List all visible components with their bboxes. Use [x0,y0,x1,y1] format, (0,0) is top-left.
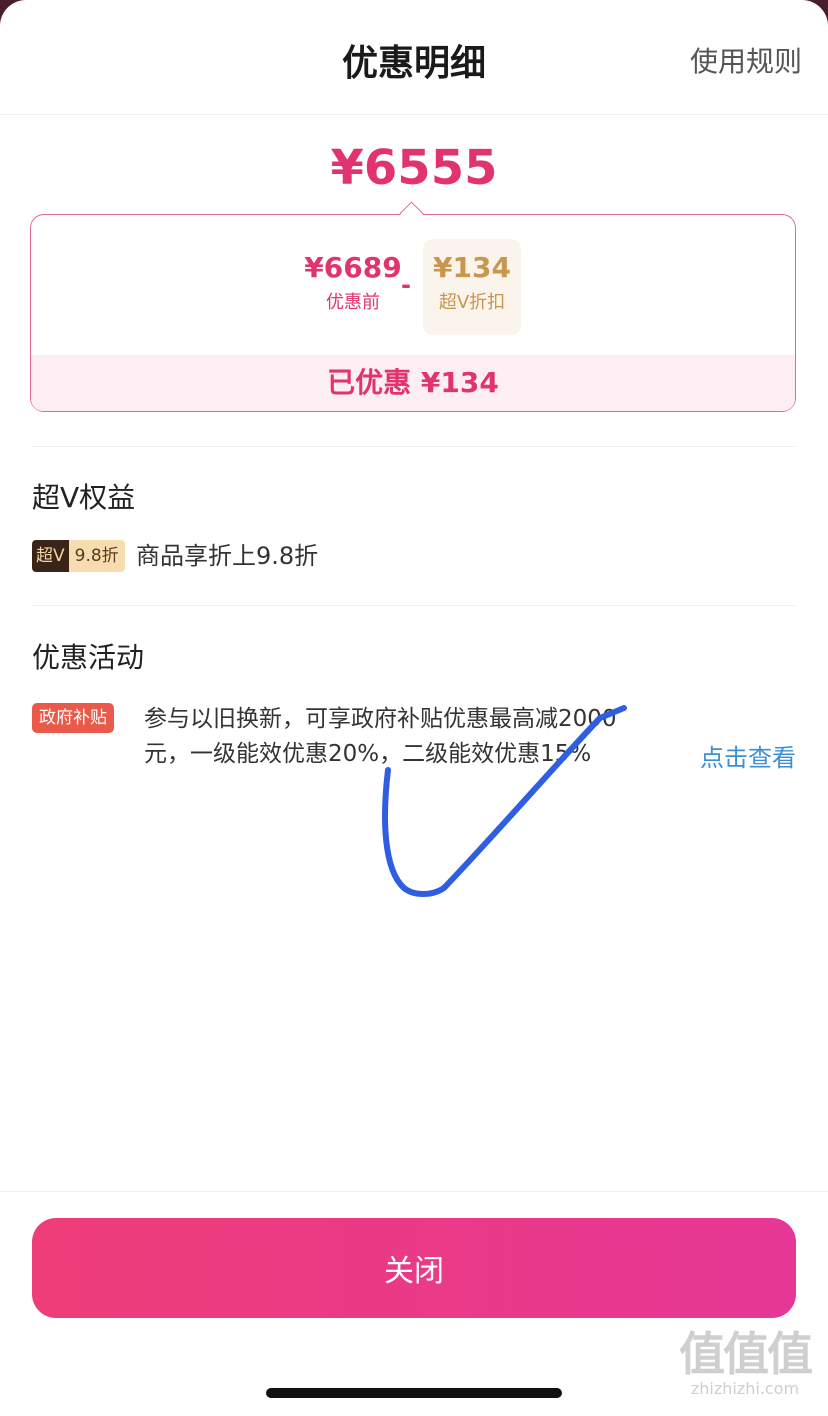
svip-discount-label: 超V折扣 [438,292,506,313]
svip-badge-rate: 9.8折 [68,540,125,572]
gov-subsidy-tag: 政府补贴 [32,703,114,733]
original-price-label: 优惠前 [326,292,380,313]
svip-discount-block: ¥134 超V折扣 [423,239,521,335]
watermark-logo: 值值值 [679,1327,813,1381]
close-button[interactable]: 关闭 [32,1218,796,1318]
home-indicator [266,1388,562,1398]
price-breakdown-card: ¥6689 优惠前 - ¥134 超V折扣 已优惠 ¥134 [30,201,796,412]
watermark-url: zhizhizhi.com [690,1379,800,1398]
original-price-block: ¥6689 优惠前 [299,251,407,314]
svip-badge-label: 超V [32,540,69,572]
divider [32,605,796,606]
footer-divider [0,1191,828,1192]
promo-detail-sheet: 优惠明细 使用规则 ¥6555 ¥6689 优惠前 - ¥134 超V折扣 已优… [0,0,828,1416]
total-price: ¥6555 [330,140,498,196]
svip-section-title: 超V权益 [32,481,136,514]
site-watermark: 值值值 zhizhizhi.com [670,1329,820,1398]
saved-total: 已优惠 ¥134 [31,355,795,411]
gov-subsidy-description: 参与以旧换新，可享政府补贴优惠最高减2000元，一级能效优惠20%，二级能效优惠… [144,706,617,767]
promo-section-title: 优惠活动 [32,641,145,674]
card-pointer [399,201,424,226]
svip-badge: 超V 9.8折 [32,540,125,572]
view-details-link[interactable]: 点击查看 [700,738,796,773]
rules-link[interactable]: 使用规则 [690,40,802,80]
divider [32,446,796,447]
svip-benefit-text: 商品享折上9.8折 [136,542,319,570]
original-price: ¥6689 [304,251,402,284]
minus-sign: - [401,271,411,299]
svip-discount-amount: ¥134 [433,251,511,284]
sheet-header: 优惠明细 使用规则 [0,0,828,115]
